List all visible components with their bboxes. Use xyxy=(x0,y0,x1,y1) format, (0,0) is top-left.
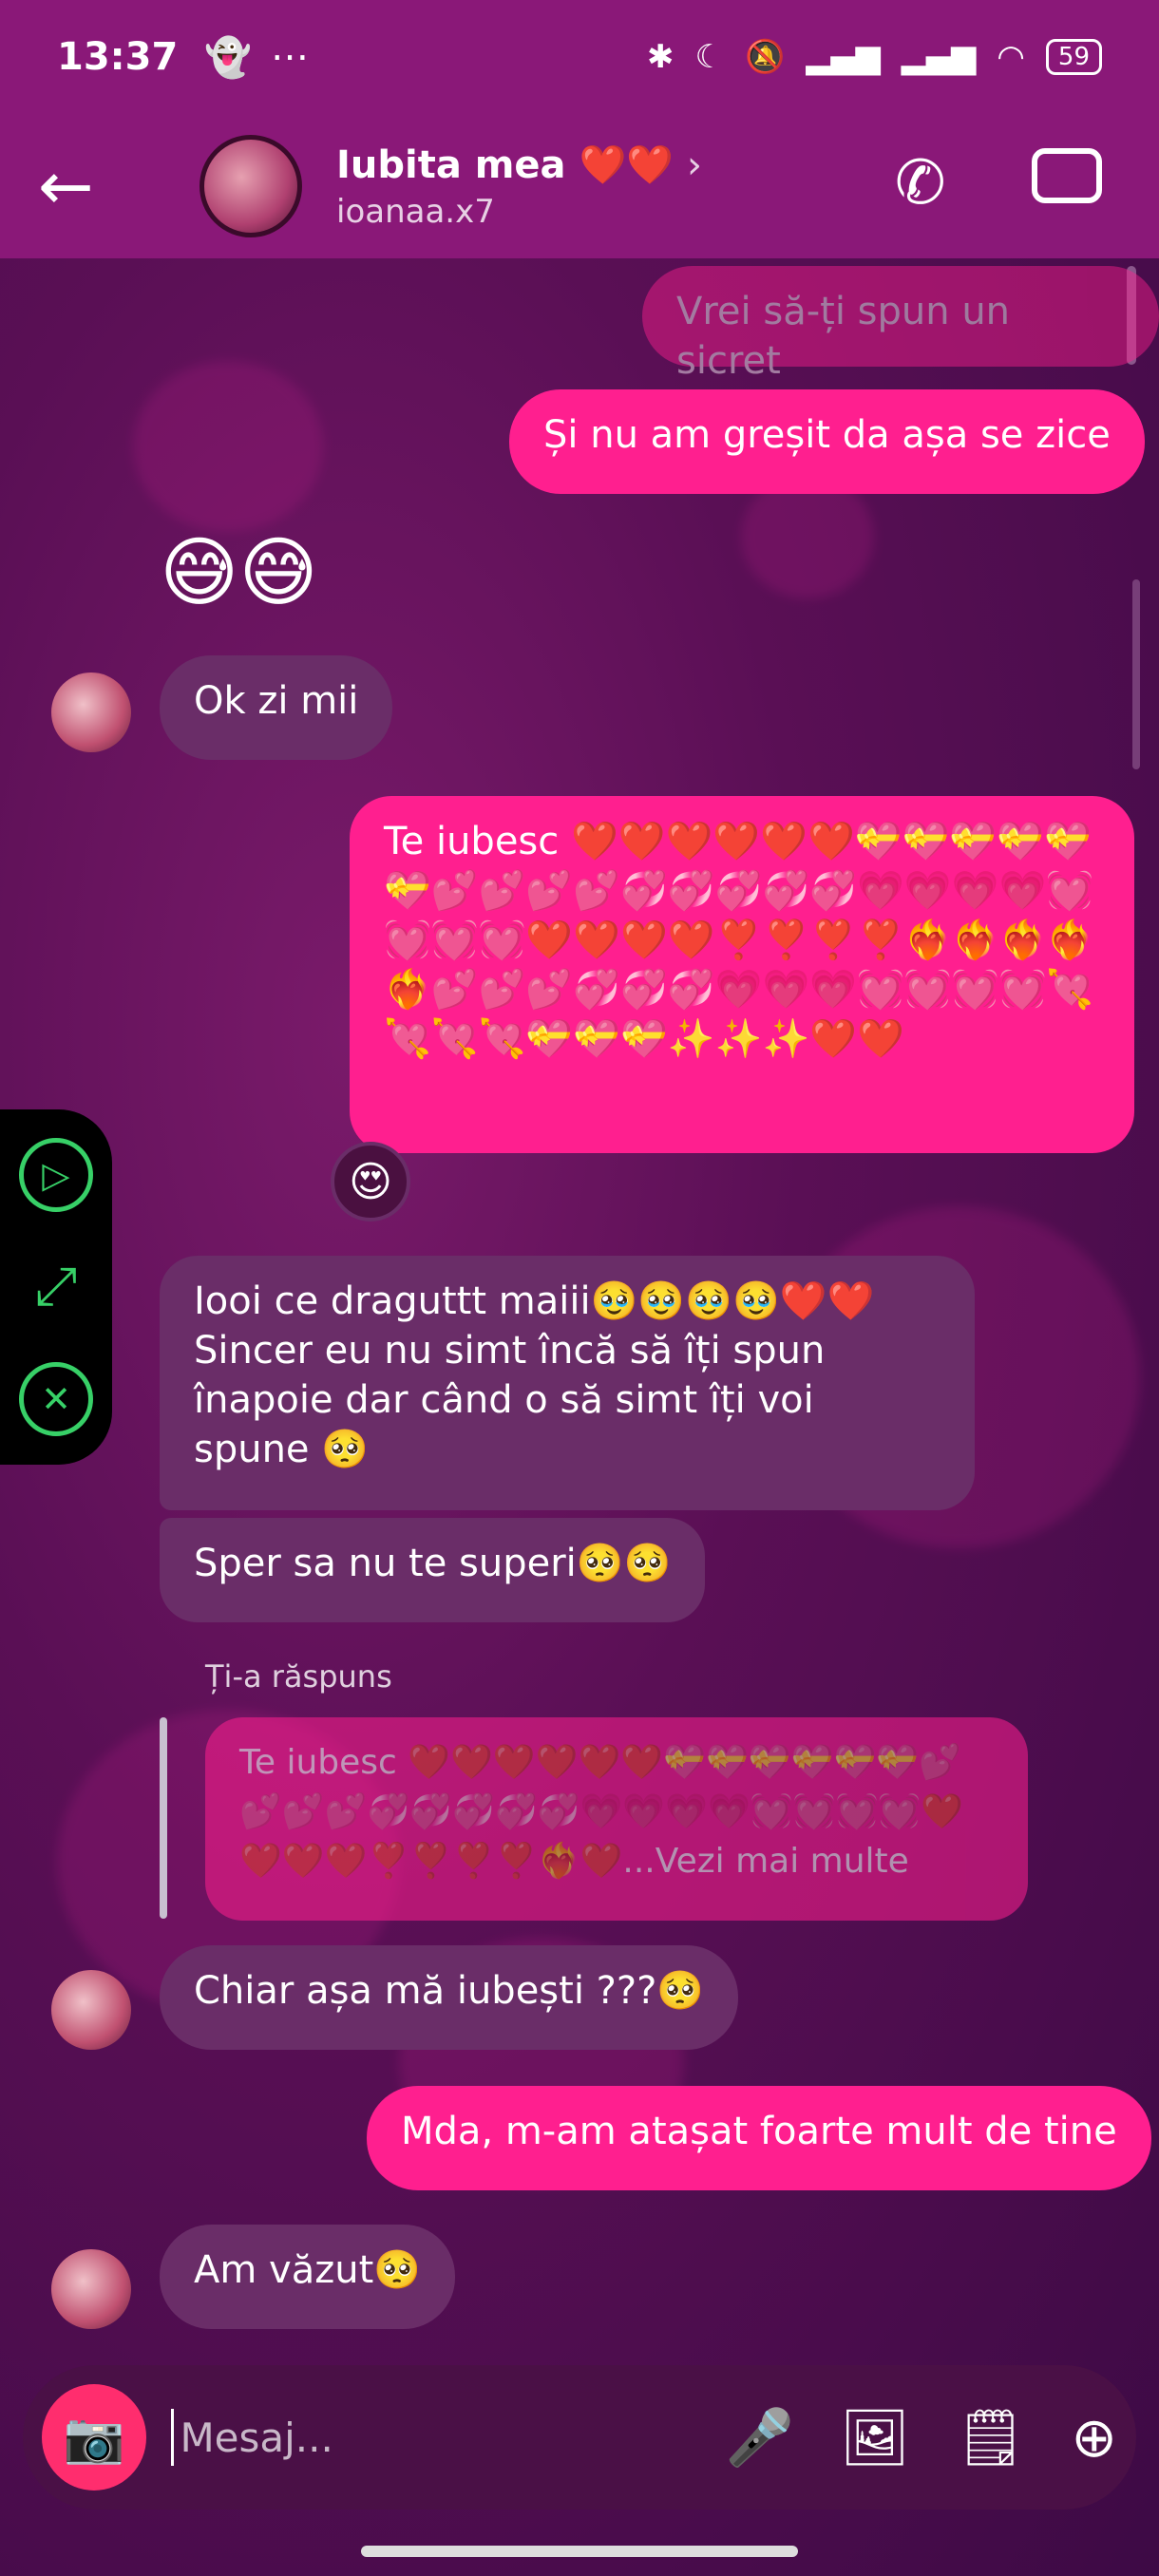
message-received[interactable]: Ok zi mii xyxy=(160,655,393,760)
camera-icon: 📷 xyxy=(63,2409,125,2467)
message-reaction[interactable]: 😍 xyxy=(331,1142,410,1222)
video-call-icon[interactable] xyxy=(1032,148,1102,203)
wifi-icon: ◠ xyxy=(997,38,1025,76)
close-icon[interactable]: ✕ xyxy=(19,1362,93,1436)
contact-name[interactable]: Iubita mea ❤️❤️ xyxy=(336,143,674,187)
bluetooth-icon: ✱ xyxy=(647,38,674,76)
chat-header: ← Iubita mea ❤️❤️ › ioanaa.x7 ✆ xyxy=(0,114,1159,258)
reply-indicator xyxy=(160,1717,167,1919)
phone-call-icon[interactable]: ✆ xyxy=(895,148,946,218)
message-composer: 📷 Mesaj... 🎤 🖼 🗒 ⊕ xyxy=(23,2365,1136,2510)
message-received[interactable]: Chiar așa mă iubești ???🥺 xyxy=(160,1945,739,2050)
more-dots-icon: ⋯ xyxy=(271,35,310,79)
sender-avatar[interactable] xyxy=(51,2249,131,2329)
status-time: 13:37 xyxy=(57,35,179,79)
bell-off-icon: 🔕 xyxy=(744,38,786,76)
message-received[interactable]: Am văzut🥺 xyxy=(160,2225,456,2329)
message-emoji[interactable]: 😅😅 xyxy=(160,528,318,616)
signal-icon: ▂▄▆ xyxy=(901,38,977,76)
quoted-message[interactable]: Te iubesc ❤️❤️❤️❤️❤️❤️💝💝💝💝💝💝💕💕💕💕💞💞💞💞💞💗💗💗… xyxy=(205,1717,1028,1921)
sticker-icon[interactable]: 🗒 xyxy=(956,2405,1026,2471)
sender-avatar[interactable] xyxy=(51,672,131,752)
message-input[interactable]: Mesaj... xyxy=(171,2409,620,2466)
battery-indicator: 59 xyxy=(1045,39,1102,75)
scrollbar-thumb[interactable] xyxy=(1132,579,1140,769)
camera-button[interactable]: 📷 xyxy=(42,2384,147,2491)
status-icons: ✱ ☾ 🔕 ▂▄▆ ▂▄▆ ◠ 59 xyxy=(647,38,1102,76)
chevron-right-icon: › xyxy=(687,142,703,187)
signal-icon: ▂▄▆ xyxy=(806,38,881,76)
message-received[interactable]: Iooi ce draguttt maiii🥹🥹🥹🥹❤️❤️ Sincer eu… xyxy=(160,1256,975,1510)
back-arrow-icon[interactable]: ← xyxy=(38,147,124,225)
message-received[interactable]: Sper sa nu te superi🥺🥺 xyxy=(160,1518,706,1622)
gallery-icon[interactable]: 🖼 xyxy=(840,2405,910,2471)
play-icon[interactable]: ▷ xyxy=(19,1138,93,1212)
floating-control-panel: ▷ ⤢ ✕ xyxy=(0,1109,112,1465)
moon-icon: ☾ xyxy=(694,38,724,76)
background-heart xyxy=(133,361,323,532)
expand-icon[interactable]: ⤢ xyxy=(19,1250,93,1324)
status-bar: 13:37 👻 ⋯ ✱ ☾ 🔕 ▂▄▆ ▂▄▆ ◠ 59 xyxy=(0,0,1159,114)
contact-info[interactable]: Iubita mea ❤️❤️ › ioanaa.x7 xyxy=(336,142,702,231)
sender-avatar[interactable] xyxy=(51,1970,131,2050)
message-sent[interactable]: Mda, m-am atașat foarte mult de tine xyxy=(367,2086,1151,2190)
message-sent[interactable]: Vrei să-ți spun un sicret xyxy=(642,266,1159,383)
snapchat-icon: 👻 xyxy=(204,35,253,80)
add-icon[interactable]: ⊕ xyxy=(1071,2405,1117,2470)
message-sent[interactable]: Te iubesc ❤️❤️❤️❤️❤️❤️💝💝💝💝💝💝💕💕💕💕💞💞💞💞💞💗💗💗… xyxy=(350,796,1134,1153)
microphone-icon[interactable]: 🎤 xyxy=(726,2405,794,2471)
contact-handle: ioanaa.x7 xyxy=(336,192,495,231)
message-sent[interactable]: Și nu am greșit da așa se zice xyxy=(509,389,1145,494)
contact-avatar[interactable] xyxy=(200,135,302,237)
home-indicator[interactable] xyxy=(361,2546,798,2557)
reply-label: Ți-a răspuns xyxy=(205,1658,392,1695)
